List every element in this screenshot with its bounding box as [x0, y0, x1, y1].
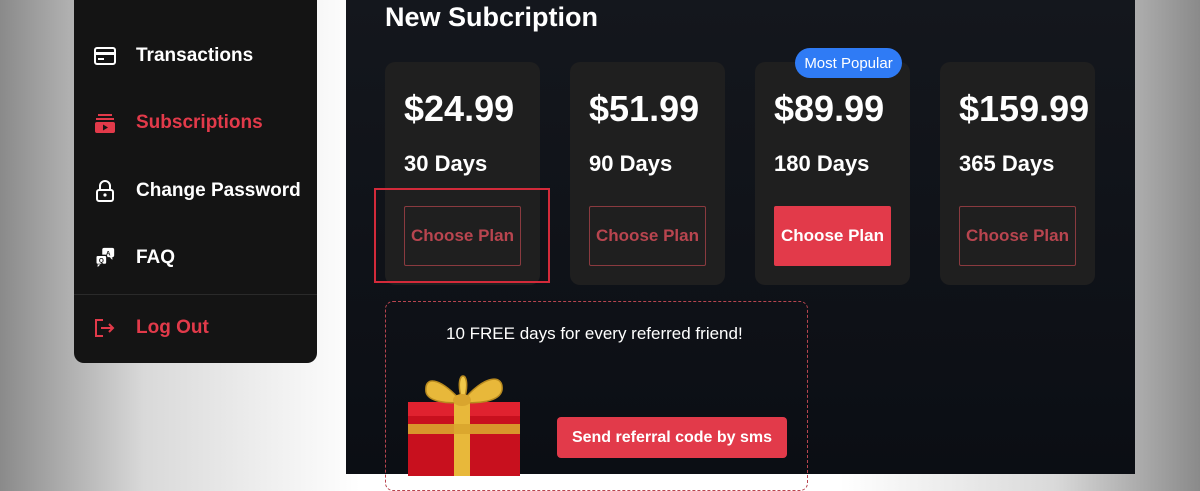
selection-highlight	[374, 188, 550, 283]
sidebar-divider	[74, 294, 317, 295]
sidebar-item-label: Subscriptions	[136, 112, 263, 133]
referral-text: 10 FREE days for every referred friend!	[446, 324, 743, 343]
svg-text:A: A	[106, 250, 111, 257]
plan-card-90-days: $51.99 90 Days Choose Plan	[570, 62, 725, 285]
sidebar-item-subscriptions[interactable]: Subscriptions	[94, 112, 263, 134]
plan-duration: 30 Days	[404, 151, 488, 176]
most-popular-badge: Most Popular	[795, 48, 902, 78]
sidebar-item-label: FAQ	[136, 247, 176, 268]
faq-chat-icon: AQ	[94, 247, 116, 269]
plan-card-180-days: $89.99 180 Days Choose Plan	[755, 62, 910, 285]
plan-card-365-days: $159.99 365 Days Choose Plan	[940, 62, 1095, 285]
svg-text:Q: Q	[99, 258, 104, 265]
choose-plan-button[interactable]: Choose Plan	[589, 206, 706, 266]
logout-label: Log Out	[136, 317, 209, 338]
plan-duration: 180 Days	[774, 151, 870, 176]
sidebar-item-transactions[interactable]: Transactions	[94, 45, 253, 67]
plan-price: $24.99	[404, 88, 515, 129]
credit-card-icon	[94, 45, 116, 67]
sidebar-item-label: Change Password	[136, 180, 301, 201]
lock-icon	[94, 180, 116, 202]
plan-duration: 90 Days	[589, 151, 673, 176]
plan-price: $159.99	[959, 88, 1090, 129]
plan-price: $51.99	[589, 88, 700, 129]
sidebar-item-change-password[interactable]: Change Password	[94, 180, 301, 202]
choose-plan-button[interactable]: Choose Plan	[774, 206, 891, 266]
logout-icon	[94, 317, 116, 339]
plan-duration: 365 Days	[959, 151, 1055, 176]
page-title: New Subcription	[385, 2, 599, 32]
plan-price: $89.99	[774, 88, 885, 129]
subscriptions-icon	[94, 112, 116, 134]
choose-plan-button[interactable]: Choose Plan	[959, 206, 1076, 266]
referral-box: 10 FREE days for every referred friend! …	[385, 301, 808, 491]
sidebar-item-label: Transactions	[136, 45, 254, 66]
send-referral-sms-button[interactable]: Send referral code by sms	[557, 417, 787, 458]
logout-button[interactable]: Log Out	[94, 317, 209, 339]
sidebar-item-faq[interactable]: AQ FAQ	[94, 247, 175, 269]
gift-box-icon	[408, 375, 520, 476]
sidebar: Transactions Subscriptions Change Passwo…	[74, 0, 317, 363]
subscription-panel: New Subcription $24.99 30 Days Choose Pl…	[346, 0, 1135, 491]
